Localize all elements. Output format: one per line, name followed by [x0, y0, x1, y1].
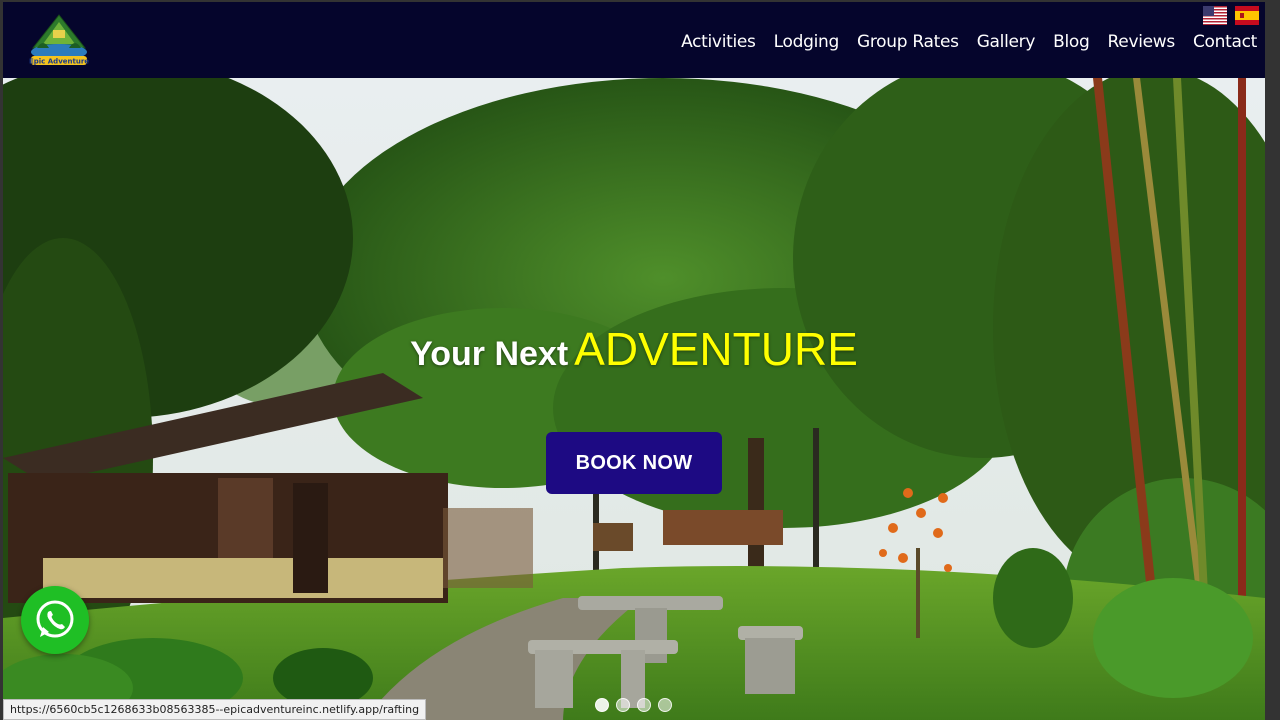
slider-dot-1[interactable]: [595, 698, 609, 712]
es-flag-icon[interactable]: [1235, 6, 1259, 25]
book-now-button[interactable]: BOOK NOW: [546, 432, 722, 494]
nav-lodging[interactable]: Lodging: [774, 32, 840, 52]
hero-background-image: [3, 78, 1265, 720]
slider-pagination: [595, 698, 672, 712]
site-header: Epic Adventure Activities Lodging Group …: [3, 2, 1265, 78]
nav-blog[interactable]: Blog: [1053, 32, 1090, 52]
whatsapp-button[interactable]: [21, 586, 89, 654]
site-logo[interactable]: Epic Adventure: [25, 12, 93, 68]
slider-dot-4[interactable]: [658, 698, 672, 712]
hero-title: Your Next ADVENTURE: [3, 322, 1265, 376]
nav-reviews[interactable]: Reviews: [1108, 32, 1176, 52]
nav-gallery[interactable]: Gallery: [977, 32, 1036, 52]
hero-title-emphasis: ADVENTURE: [574, 323, 858, 375]
nav-activities[interactable]: Activities: [681, 32, 756, 52]
whatsapp-icon: [36, 600, 74, 638]
browser-viewport: Epic Adventure Activities Lodging Group …: [0, 0, 1280, 720]
nav-group-rates[interactable]: Group Rates: [857, 32, 959, 52]
us-flag-icon[interactable]: [1203, 6, 1227, 25]
slider-dot-3[interactable]: [637, 698, 651, 712]
main-nav: Activities Lodging Group Rates Gallery B…: [681, 32, 1257, 52]
language-switcher: [1203, 6, 1259, 25]
nav-contact[interactable]: Contact: [1193, 32, 1257, 52]
status-bar-url: https://6560cb5c1268633b08563385--epicad…: [3, 699, 427, 720]
hero-slider: Your Next ADVENTURE BOOK NOW: [3, 78, 1265, 720]
hero-title-pre: Your Next: [410, 335, 569, 373]
slider-dot-2[interactable]: [616, 698, 630, 712]
logo-text: Epic Adventure: [29, 58, 89, 66]
